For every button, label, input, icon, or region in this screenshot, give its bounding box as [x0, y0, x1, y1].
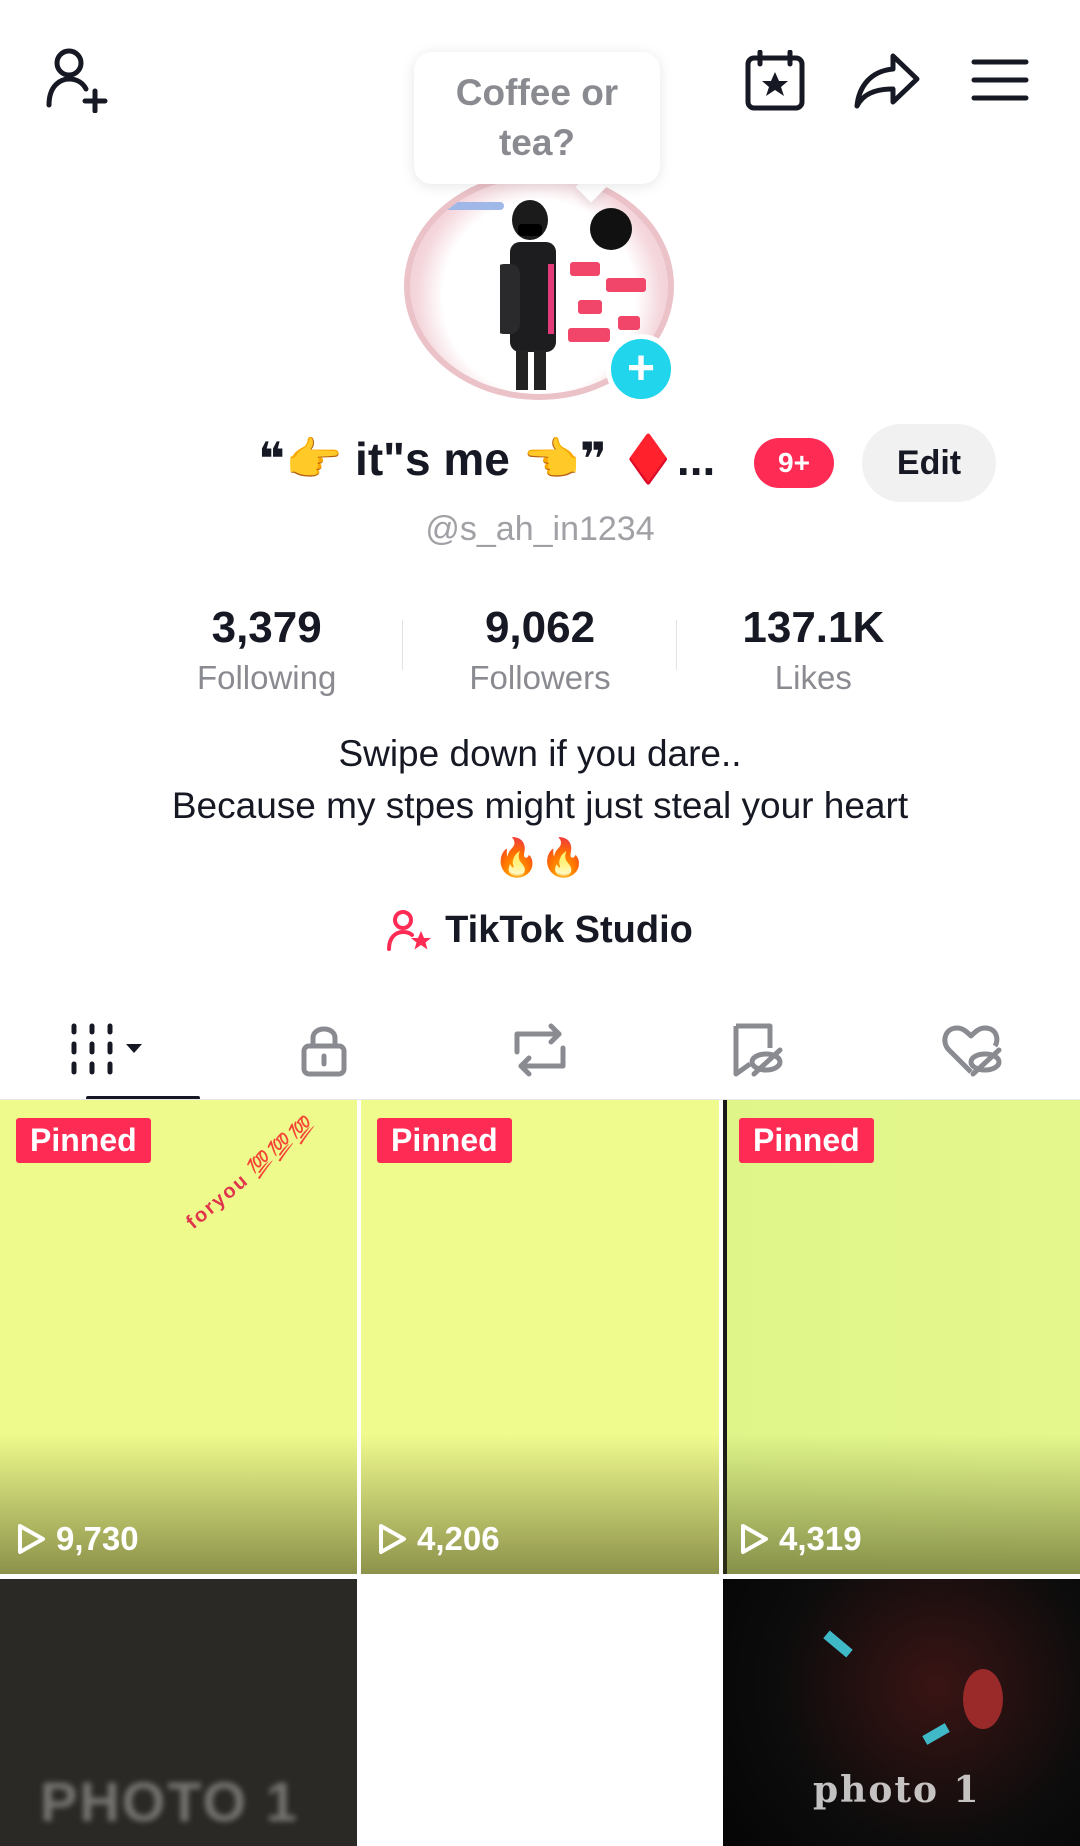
video-thumbnail[interactable]: photo 1	[723, 1579, 1080, 1846]
stat-followers[interactable]: 9,062 Followers	[403, 600, 677, 710]
menu-icon[interactable]	[968, 50, 1032, 110]
pinned-badge: Pinned	[16, 1118, 151, 1163]
avatar-decoration	[570, 262, 600, 276]
bio-line: Swipe down if you dare..	[338, 733, 742, 774]
video-thumbnail[interactable]: Pinned 4,206	[361, 1100, 719, 1574]
note-text: Coffee or tea?	[455, 72, 619, 163]
stat-label: Likes	[774, 659, 852, 696]
tab-videos[interactable]	[0, 1000, 216, 1100]
video-thumbnail[interactable]: foryou 💯💯💯 Pinned 9,730	[0, 1100, 357, 1574]
video-thumbnail[interactable]	[361, 1579, 719, 1846]
stat-value: 3,379	[211, 603, 322, 652]
stat-value: 9,062	[484, 603, 596, 652]
bio: Swipe down if you dare.. Because my stpe…	[0, 728, 1080, 884]
bio-line: 🔥🔥	[493, 837, 587, 878]
stat-following[interactable]: 3,379 Following	[130, 600, 404, 710]
video-thumbnail[interactable]: Pinned 4,319	[723, 1100, 1080, 1574]
creator-star-icon	[387, 910, 432, 951]
pinned-badge: Pinned	[377, 1118, 512, 1163]
thumbnail-overlay-text: photo 1	[813, 1769, 981, 1811]
calendar-star-icon[interactable]	[740, 46, 810, 116]
thumbnail-overlay-text: foryou 💯💯💯	[182, 1112, 321, 1234]
notification-badge[interactable]: 9+	[754, 438, 834, 488]
view-count-text: 4,319	[779, 1520, 862, 1557]
heart-hidden-icon	[942, 1025, 1002, 1077]
note-bubble[interactable]: Coffee or tea?	[414, 52, 660, 184]
pinned-badge: Pinned	[739, 1118, 874, 1163]
play-icon	[379, 1524, 406, 1554]
stat-value: 137.1K	[742, 603, 885, 652]
stat-label: Following	[196, 659, 337, 696]
bookmark-hidden-icon	[733, 1023, 783, 1077]
thumbnail-overlay-text: PHOTO 1	[40, 1770, 299, 1833]
add-story-button[interactable]: +	[606, 334, 676, 404]
video-thumbnail[interactable]: PHOTO 1	[0, 1579, 357, 1846]
lock-icon	[301, 1026, 347, 1077]
studio-label: TikTok Studio	[445, 908, 693, 951]
username: @s_ah_in1234	[425, 510, 655, 548]
avatar-decoration	[606, 278, 646, 292]
avatar-decoration	[434, 202, 504, 210]
content-tabs	[0, 1000, 1080, 1100]
play-icon	[18, 1524, 45, 1554]
tab-liked[interactable]	[864, 1000, 1080, 1100]
add-friend-icon[interactable]	[38, 44, 118, 116]
repost-icon	[514, 1023, 566, 1077]
view-count-text: 4,206	[417, 1520, 500, 1557]
avatar-image	[500, 200, 556, 390]
tab-reposts[interactable]	[432, 1000, 648, 1100]
thumbnail-decoration	[922, 1723, 950, 1745]
video-grid: foryou 💯💯💯 Pinned 9,730 Pinned 4,206 Pin…	[0, 1100, 1080, 1846]
share-icon[interactable]	[850, 46, 924, 116]
thumbnail-decoration	[963, 1669, 1003, 1729]
view-count: 9,730	[16, 1520, 139, 1558]
edit-profile-button[interactable]: Edit	[862, 424, 996, 502]
view-count-text: 9,730	[56, 1520, 139, 1557]
view-count: 4,319	[739, 1520, 862, 1558]
avatar-decoration	[578, 300, 602, 314]
display-name: ❝👉 it"s me 👈❞ ♦️...	[258, 433, 716, 485]
avatar-tiktok-logo	[590, 208, 632, 250]
tab-private[interactable]	[216, 1000, 432, 1100]
bio-line: Because my stpes might just steal your h…	[171, 785, 909, 826]
grid-icon	[71, 1023, 142, 1075]
stat-likes[interactable]: 137.1K Likes	[677, 600, 950, 710]
stats-row: 3,379 Following 9,062 Followers 137.1K L…	[130, 600, 950, 710]
name-row: ❝👉 it"s me 👈❞ ♦️... 9+ Edit	[0, 424, 1080, 504]
avatar-decoration	[568, 328, 610, 342]
tab-favorites[interactable]	[648, 1000, 864, 1100]
play-icon	[741, 1524, 768, 1554]
thumbnail-decoration	[823, 1630, 853, 1658]
view-count: 4,206	[377, 1520, 500, 1558]
avatar-decoration	[618, 316, 640, 330]
stat-label: Followers	[469, 659, 611, 696]
tiktok-studio-link[interactable]: TikTok Studio	[0, 900, 1080, 960]
